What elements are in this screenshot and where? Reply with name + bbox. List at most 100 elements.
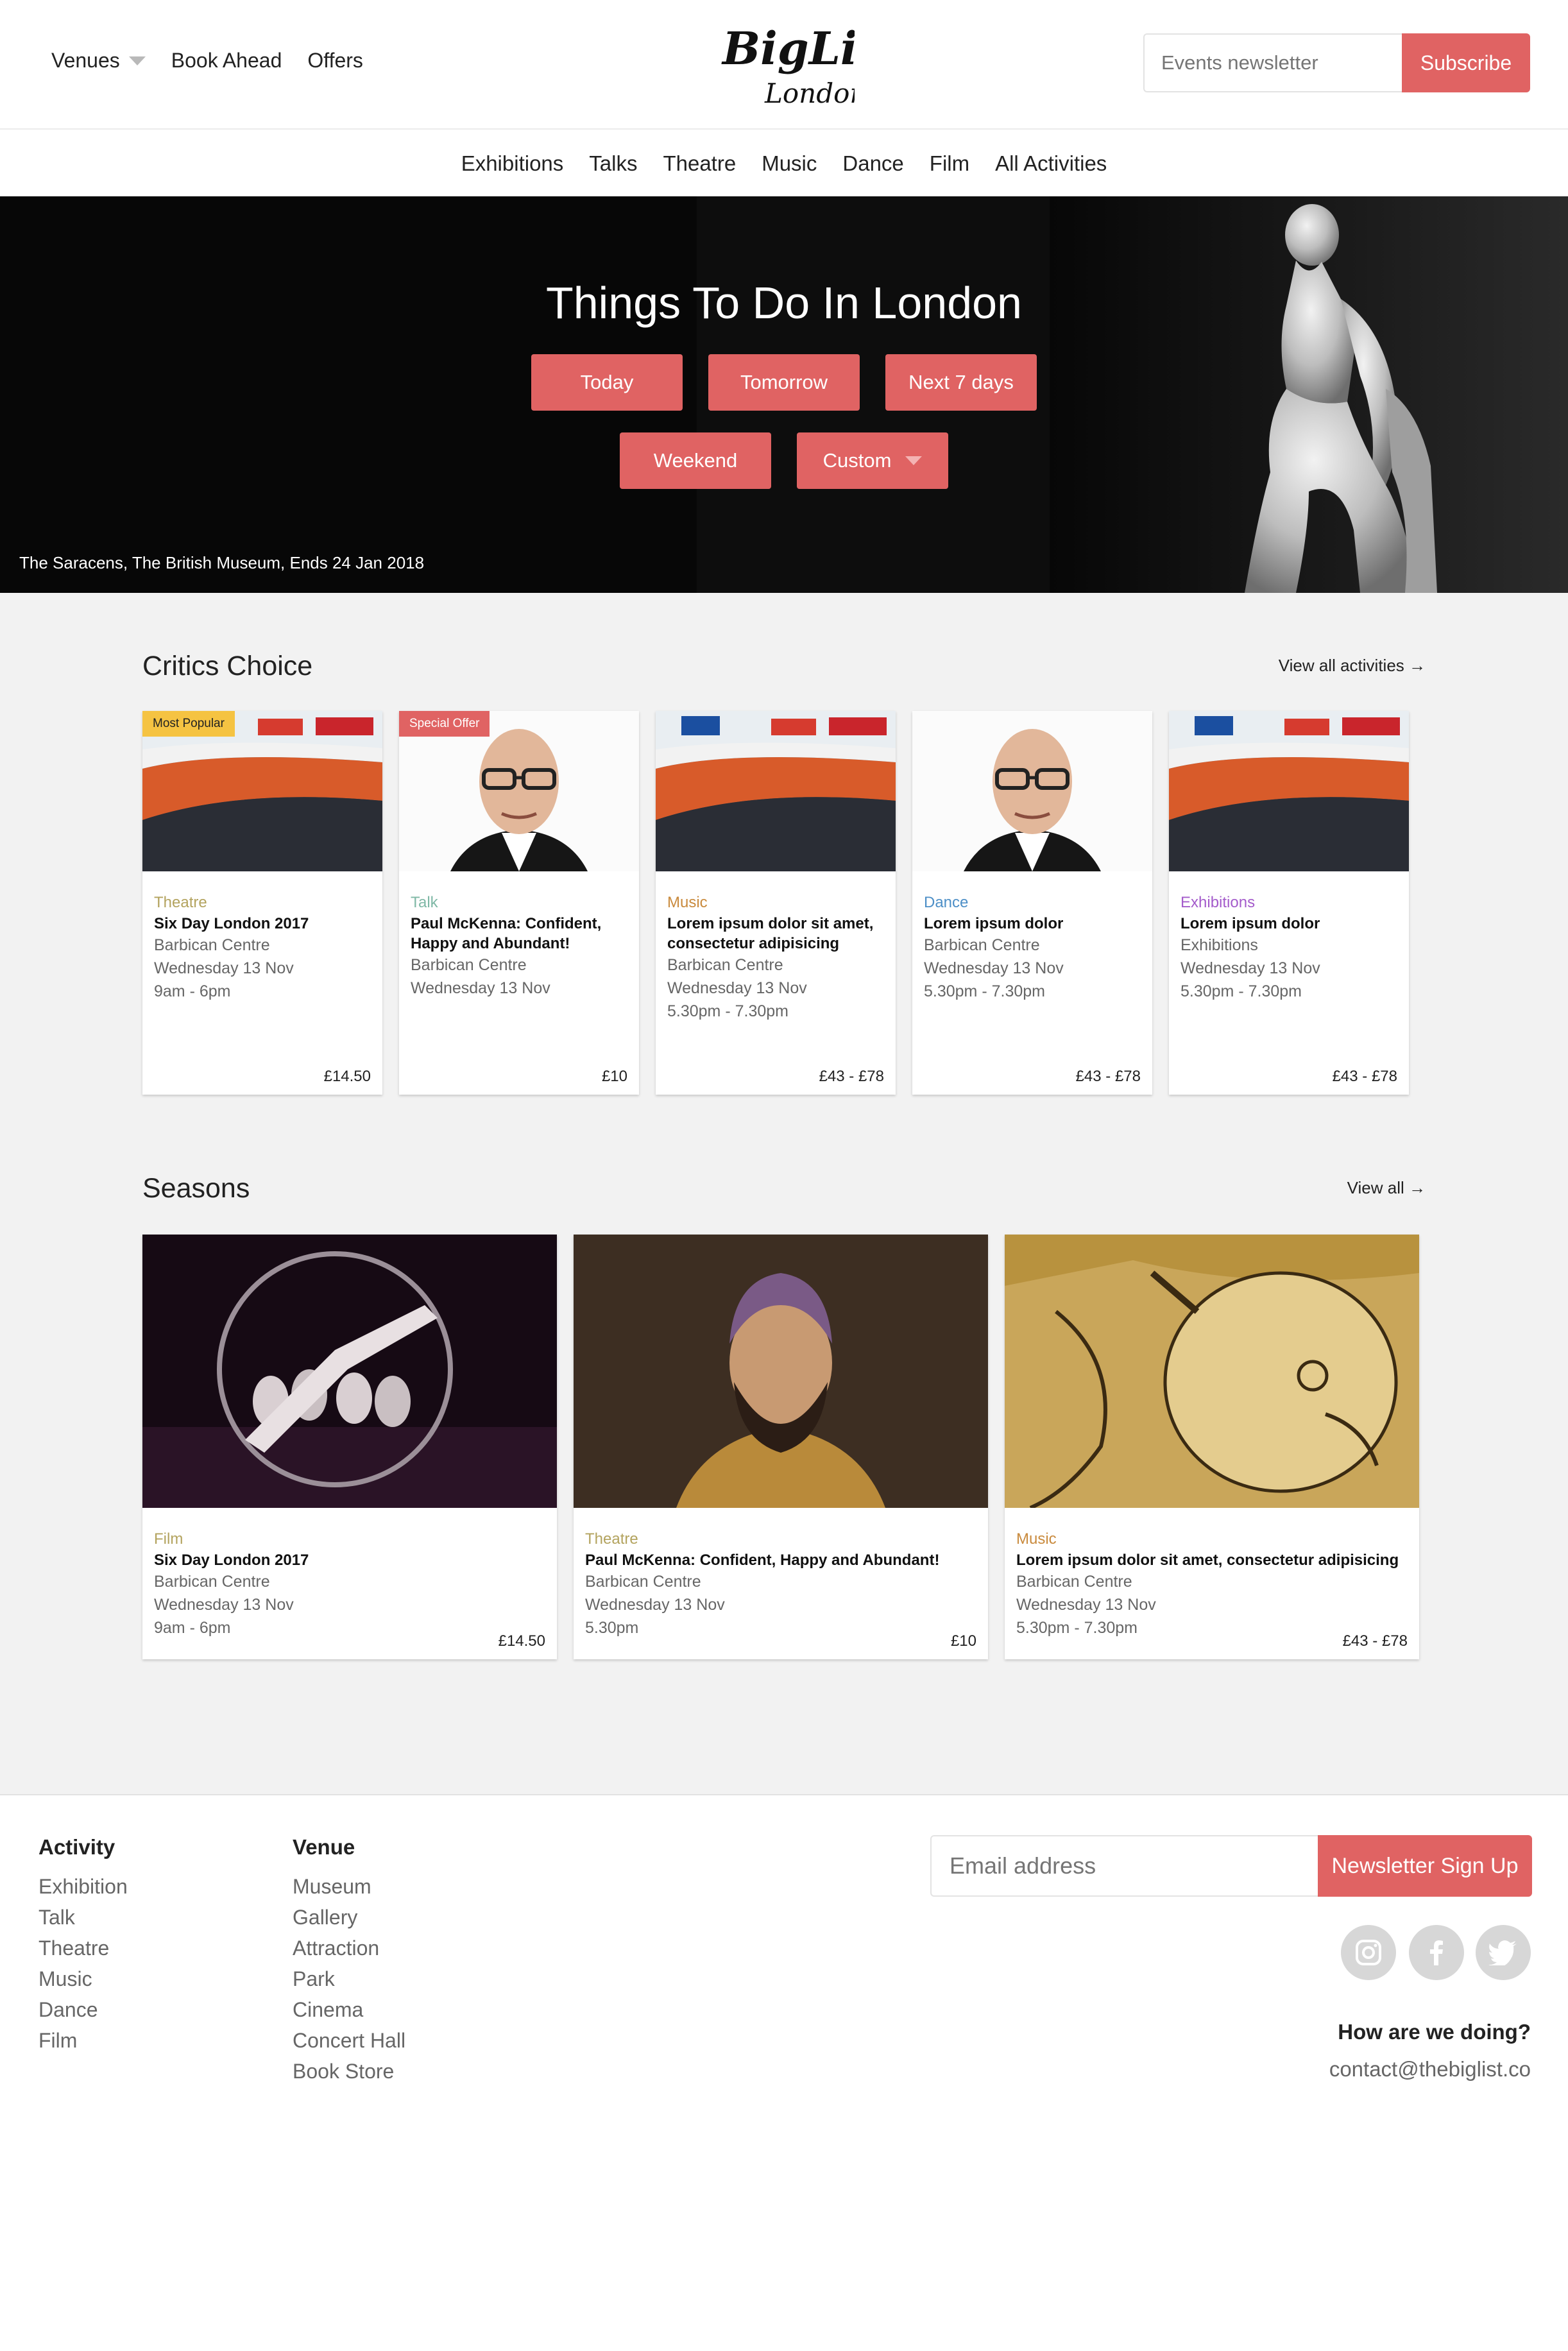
card-category: Theatre — [585, 1530, 638, 1548]
critics-card-2[interactable]: Special Offer Talk Paul McKenna: Confide… — [399, 711, 639, 1095]
footer-link-theatre[interactable]: Theatre — [38, 1933, 128, 1963]
category-talks[interactable]: Talks — [589, 151, 637, 176]
view-all-activities-link[interactable]: View all activities → — [1279, 656, 1426, 676]
category-all-activities[interactable]: All Activities — [995, 151, 1107, 176]
filter-custom-button[interactable]: Custom — [797, 432, 948, 489]
card-title: Six Day London 2017 — [154, 1552, 309, 1569]
newsletter-signup-button[interactable]: Newsletter Sign Up — [1318, 1835, 1532, 1897]
season-card-1[interactable]: Film Six Day London 2017 Barbican Centre… — [142, 1235, 557, 1659]
card-category: Music — [1016, 1530, 1057, 1548]
card-title: Lorem ipsum dolor sit amet, consectetur … — [1016, 1552, 1399, 1569]
card-title: Lorem ipsum dolor sit amet, consectetur … — [667, 915, 874, 952]
footer-link-attraction[interactable]: Attraction — [293, 1933, 405, 1963]
date-filter-row-1: Today Tomorrow Next 7 days — [0, 354, 1568, 411]
date-filter-row-2: Weekend Custom — [0, 432, 1568, 489]
nav-book-ahead[interactable]: Book Ahead — [171, 49, 282, 73]
contact-email-link[interactable]: contact@thebiglist.co — [1329, 2057, 1531, 2082]
card-title: Lorem ipsum dolor — [924, 915, 1064, 932]
logo-text-biglist: BigList — [721, 24, 855, 75]
filter-tomorrow-button[interactable]: Tomorrow — [708, 354, 860, 411]
category-dance[interactable]: Dance — [842, 151, 903, 176]
critics-card-4[interactable]: Dance Lorem ipsum dolor Barbican Centre … — [912, 711, 1152, 1095]
nav-venues[interactable]: Venues — [51, 49, 146, 73]
critics-card-5[interactable]: Exhibitions Lorem ipsum dolor Exhibition… — [1169, 711, 1409, 1095]
footer-activity-heading: Activity — [38, 1835, 115, 1859]
card-price: £14.50 — [498, 1632, 545, 1650]
card-info: Theatre Paul McKenna: Confident, Happy a… — [585, 1528, 976, 1639]
card-venue: Exhibitions — [1180, 936, 1258, 954]
footer-link-film[interactable]: Film — [38, 2025, 128, 2056]
card-venue: Barbican Centre — [585, 1573, 701, 1591]
footer-venue-heading: Venue — [293, 1835, 355, 1859]
footer-email-input[interactable] — [930, 1835, 1318, 1897]
card-venue: Barbican Centre — [411, 956, 527, 974]
card-date: Wednesday 13 Nov — [154, 1596, 294, 1614]
facebook-icon[interactable] — [1409, 1925, 1464, 1980]
card-venue: Barbican Centre — [154, 936, 270, 954]
filter-weekend-button[interactable]: Weekend — [620, 432, 771, 489]
card-info: Theatre Six Day London 2017 Barbican Cen… — [154, 892, 371, 1003]
logo-text-london: London — [764, 78, 855, 109]
biglist-logo[interactable]: BigList London — [720, 24, 855, 112]
card-time: 5.30pm - 7.30pm — [1180, 982, 1302, 1000]
footer-link-museum[interactable]: Museum — [293, 1871, 405, 1902]
circus-hoop-image — [142, 1235, 557, 1508]
card-date: Wednesday 13 Nov — [667, 979, 807, 997]
card-price: £14.50 — [323, 1068, 371, 1085]
category-music[interactable]: Music — [762, 151, 817, 176]
card-info: Music Lorem ipsum dolor sit amet, consec… — [667, 892, 884, 1023]
filter-custom-label: Custom — [822, 449, 892, 472]
seasons-title: Seasons — [142, 1173, 250, 1204]
subscribe-button[interactable]: Subscribe — [1402, 33, 1530, 92]
instagram-icon[interactable] — [1341, 1925, 1396, 1980]
most-popular-badge: Most Popular — [142, 711, 235, 737]
footer-link-book-store[interactable]: Book Store — [293, 2056, 405, 2087]
card-category: Exhibitions — [1180, 894, 1256, 911]
card-price: £10 — [601, 1068, 627, 1085]
special-offer-badge: Special Offer — [399, 711, 490, 737]
card-venue: Barbican Centre — [1016, 1573, 1132, 1591]
chevron-down-icon — [905, 456, 923, 465]
footer-link-music[interactable]: Music — [38, 1963, 128, 1994]
card-venue: Barbican Centre — [154, 1573, 270, 1591]
footer-link-exhibition[interactable]: Exhibition — [38, 1871, 128, 1902]
hero-title: Things To Do In London — [545, 278, 1022, 328]
footer-link-concert-hall[interactable]: Concert Hall — [293, 2025, 405, 2056]
card-venue: Barbican Centre — [667, 956, 783, 974]
twitter-icon[interactable] — [1476, 1925, 1531, 1980]
nav-offers[interactable]: Offers — [307, 49, 363, 73]
view-all-seasons-link[interactable]: View all → — [1347, 1178, 1426, 1198]
filter-next-7-days-button[interactable]: Next 7 days — [885, 354, 1037, 411]
footer-link-gallery[interactable]: Gallery — [293, 1902, 405, 1933]
critics-card-1[interactable]: Most Popular Theatre Six Day London 2017… — [142, 711, 382, 1095]
newsletter-email-input[interactable] — [1143, 33, 1402, 92]
card-info: Exhibitions Lorem ipsum dolor Exhibition… — [1180, 892, 1397, 1003]
card-time: 5.30pm - 7.30pm — [924, 982, 1045, 1000]
footer-link-cinema[interactable]: Cinema — [293, 1994, 405, 2025]
portrait-man-glasses-image — [912, 711, 1152, 871]
critics-card-3[interactable]: Music Lorem ipsum dolor sit amet, consec… — [656, 711, 896, 1095]
card-time: 9am - 6pm — [154, 1619, 231, 1637]
turban-portrait-image — [574, 1235, 988, 1508]
category-theatre[interactable]: Theatre — [663, 151, 736, 176]
season-card-3[interactable]: Music Lorem ipsum dolor sit amet, consec… — [1005, 1235, 1419, 1659]
card-info: Dance Lorem ipsum dolor Barbican Centre … — [924, 892, 1141, 1003]
card-date: Wednesday 13 Nov — [924, 959, 1064, 977]
season-card-2[interactable]: Theatre Paul McKenna: Confident, Happy a… — [574, 1235, 988, 1659]
card-category: Film — [154, 1530, 183, 1548]
filter-today-button[interactable]: Today — [531, 354, 683, 411]
category-film[interactable]: Film — [930, 151, 969, 176]
card-category: Dance — [924, 894, 969, 911]
category-exhibitions[interactable]: Exhibitions — [461, 151, 564, 176]
footer-link-talk[interactable]: Talk — [38, 1902, 128, 1933]
card-price: £43 - £78 — [1342, 1632, 1408, 1650]
card-title: Paul McKenna: Confident, Happy and Abund… — [411, 915, 602, 952]
footer-activity-column: Activity Exhibition Talk Theatre Music D… — [38, 1835, 128, 2056]
chevron-down-icon — [128, 56, 146, 65]
critics-choice-title: Critics Choice — [142, 651, 313, 681]
card-title: Lorem ipsum dolor — [1180, 915, 1320, 932]
footer-link-park[interactable]: Park — [293, 1963, 405, 1994]
footer-link-dance[interactable]: Dance — [38, 1994, 128, 2025]
card-time: 9am - 6pm — [154, 982, 231, 1000]
nav-venues-label: Venues — [51, 49, 120, 72]
